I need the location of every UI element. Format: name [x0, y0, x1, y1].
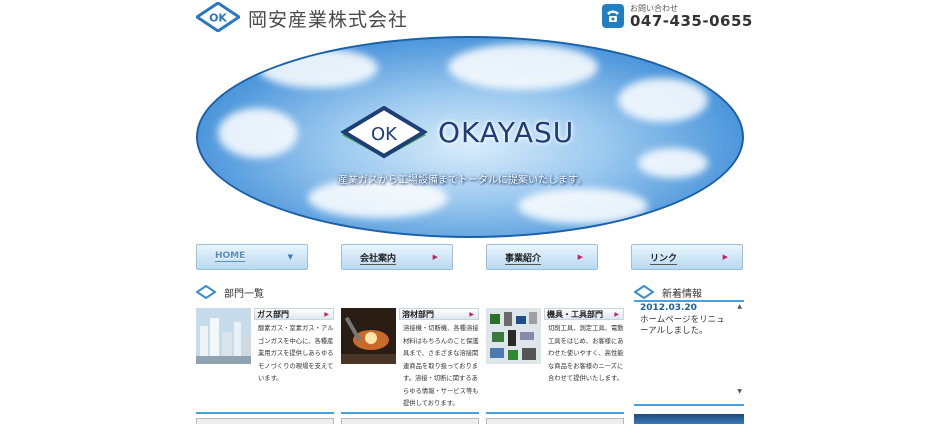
department-card-welding: 溶材部門 ▶ 溶接機・切断機、各種溶接材料はもちろんのこと保護具まで、さまざまな…: [341, 306, 479, 407]
divider: [634, 404, 744, 406]
scroll-down-icon[interactable]: ▼: [737, 388, 742, 395]
welding-department-link[interactable]: 溶材部門 ▶: [399, 308, 479, 320]
arrow-right-icon: ▶: [324, 311, 329, 318]
gas-plant-photo: [196, 308, 251, 364]
nav-links-label: リンク: [650, 251, 678, 265]
welding-department-name: 溶材部門: [402, 310, 434, 319]
arrow-right-icon: ▶: [432, 253, 438, 261]
news-body: ホームページをリニューアルしました。: [640, 315, 725, 336]
diamond-icon: [634, 285, 654, 299]
gas-department-link[interactable]: ガス部門 ▶: [254, 308, 334, 320]
hero-brand: OKAYASU: [438, 116, 575, 149]
gas-department-name: ガス部門: [257, 310, 289, 319]
cloud-decoration: [258, 48, 378, 88]
welding-photo: [341, 308, 396, 364]
cloud-decoration: [218, 108, 298, 158]
page: OK 岡安産業株式会社 お問い合わせ 047-435-0655 OK OKAYA…: [196, 0, 752, 424]
next-card-edge: [486, 418, 624, 424]
departments-heading: 部門一覧: [196, 284, 626, 300]
arrow-right-icon: ▶: [614, 311, 619, 318]
nav-company-label: 会社案内: [360, 251, 397, 265]
nav-home-label: HOME: [215, 251, 246, 262]
phone-icon: [602, 4, 624, 28]
nav-company[interactable]: 会社案内 ▶: [341, 244, 453, 270]
cloud-decoration: [448, 44, 598, 90]
next-card-edge: [196, 418, 334, 424]
arrow-right-icon: ▶: [722, 253, 728, 261]
divider: [486, 412, 624, 414]
news-box[interactable]: 2012.03.20 ホームページをリニューアルしました。 ▲ ▼: [634, 300, 744, 402]
divider: [196, 412, 334, 414]
nav-business[interactable]: 事業紹介 ▶: [486, 244, 598, 270]
news-title: 新着情報: [662, 289, 702, 300]
cloud-decoration: [618, 78, 708, 122]
hero-logo-text: OK: [371, 124, 398, 145]
gas-department-description: 酸素ガス・窒素ガス・アルゴンガスを中心に、各種産業用ガスを提供しあらゆるモノづく…: [258, 325, 334, 382]
news-date: 2012.03.20: [640, 303, 697, 313]
welding-department-description: 溶接機・切断機、各種溶接材料はもちろんのこと保護具まで、さまざまな溶接関連商品を…: [403, 325, 479, 407]
department-card-tools: 機具・工具部門 ▶ 切削工具、測定工具、電動工具をはじめ、お客様にあわせた使いや…: [486, 306, 624, 406]
department-card-gas: ガス部門 ▶ 酸素ガス・窒素ガス・アルゴンガスを中心に、各種産業用ガスを提供しあ…: [196, 306, 334, 406]
arrow-right-icon: ▶: [469, 311, 474, 318]
news-heading: 新着情報: [634, 284, 744, 300]
scroll-up-icon[interactable]: ▲: [737, 303, 742, 310]
main-navigation: HOME ▼ 会社案内 ▶ 事業紹介 ▶ リンク ▶: [196, 244, 744, 270]
nav-home[interactable]: HOME ▼: [196, 244, 308, 270]
tools-department-name: 機具・工具部門: [547, 310, 603, 319]
banner-image[interactable]: [634, 414, 744, 424]
cloud-decoration: [518, 188, 648, 224]
company-name: 岡安産業株式会社: [248, 9, 409, 31]
tools-photo: [486, 308, 541, 364]
company-logo[interactable]: OK: [196, 2, 240, 32]
next-card-edge: [341, 418, 479, 424]
hero-logo: OK: [340, 106, 428, 159]
tools-department-link[interactable]: 機具・工具部門 ▶: [544, 308, 624, 320]
divider: [341, 412, 479, 414]
nav-links[interactable]: リンク ▶: [631, 244, 743, 270]
diamond-icon: [196, 285, 216, 299]
logo-text: OK: [209, 12, 227, 25]
departments-title: 部門一覧: [224, 289, 264, 300]
tools-department-description: 切削工具、測定工具、電動工具をはじめ、お客様にあわせた使いやすく、高性能な商品を…: [548, 325, 624, 382]
arrow-right-icon: ▶: [577, 253, 583, 261]
cloud-decoration: [638, 148, 708, 178]
phone-number: 047-435-0655: [630, 12, 753, 30]
hero-tagline: 産業ガスから工場設備までトータルに提案いたします。: [338, 175, 587, 186]
hero-banner: OK OKAYASU 産業ガスから工場設備までトータルに提案いたします。: [196, 36, 744, 238]
nav-business-label: 事業紹介: [505, 251, 542, 265]
arrow-down-icon: ▼: [287, 253, 293, 261]
